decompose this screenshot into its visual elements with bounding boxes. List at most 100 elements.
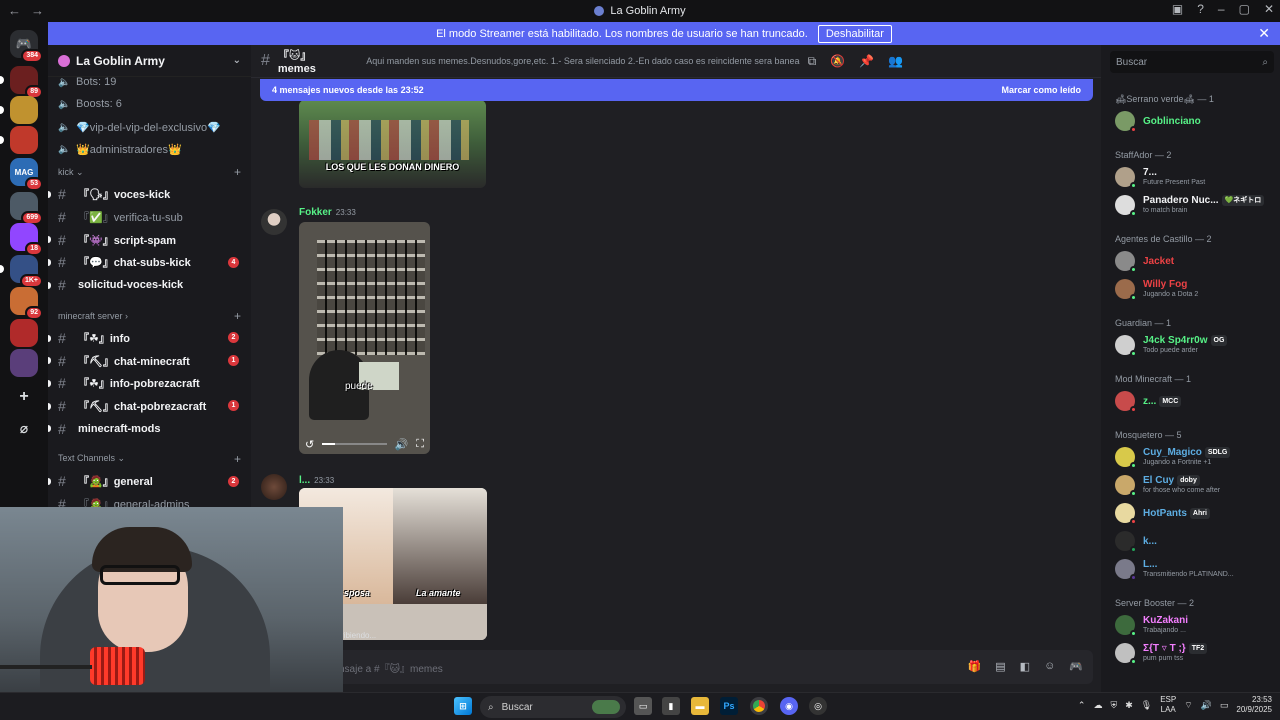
message-author[interactable]: l... 23:33: [299, 475, 334, 486]
app-icon[interactable]: ◎: [809, 697, 827, 715]
file-explorer-icon[interactable]: ▬: [691, 697, 709, 715]
member-list-icon[interactable]: 👥: [888, 54, 903, 69]
member-item[interactable]: El Cuy doby for those who come after: [1101, 471, 1280, 499]
fullscreen-icon[interactable]: ⛶: [416, 438, 424, 451]
pin-icon[interactable]: 📌: [859, 54, 874, 69]
gift-icon[interactable]: 🎁: [968, 660, 982, 673]
server-icon[interactable]: [0, 96, 38, 124]
new-messages-bar[interactable]: 4 mensajes nuevos desde las 23:52 Marcar…: [260, 79, 1093, 101]
taskbar-search[interactable]: ⌕ Buscar: [480, 696, 626, 718]
member-item[interactable]: Goblinciano: [1101, 107, 1280, 135]
category-minecraft[interactable]: minecraft server › +: [48, 305, 251, 327]
gif-icon[interactable]: ▤: [995, 660, 1005, 673]
channel-item[interactable]: # minecraft-mods: [48, 417, 251, 440]
activities-icon[interactable]: 🎮: [1069, 660, 1083, 673]
server-icon[interactable]: MAG 53: [10, 158, 43, 191]
emoji-icon[interactable]: ☺: [1044, 660, 1055, 673]
server-icon[interactable]: [10, 319, 38, 347]
member-item[interactable]: L... Transmitiendo PLATINAND...: [1101, 555, 1280, 583]
mark-read-button[interactable]: Marcar como leído: [1001, 85, 1081, 95]
chevron-down-icon[interactable]: ⌄: [233, 55, 241, 66]
server-icon[interactable]: 89: [0, 66, 43, 99]
member-item[interactable]: 7... Future Present Past: [1101, 163, 1280, 191]
photoshop-icon[interactable]: Ps: [720, 697, 738, 715]
member-item[interactable]: Panadero Nuc... 💚ネギトロ to match brain: [1101, 191, 1280, 219]
hash-icon: #: [58, 397, 66, 414]
member-item[interactable]: k...: [1101, 527, 1280, 555]
volume-icon[interactable]: 🔊: [1201, 700, 1212, 711]
channel-item[interactable]: # 『💬』chat-subs-kick 4: [48, 251, 251, 274]
tray-overflow-icon[interactable]: ⌃: [1078, 700, 1086, 711]
channel-item[interactable]: # 『☘』info 2: [48, 327, 251, 350]
task-view-icon[interactable]: ▭: [634, 697, 652, 715]
disable-streamer-button[interactable]: Deshabilitar: [817, 24, 892, 43]
windows-start-icon[interactable]: ⊞: [454, 697, 472, 715]
sticker-icon[interactable]: ◧: [1020, 660, 1030, 673]
channel-item[interactable]: # solicitud-voces-kick: [48, 274, 251, 297]
webcam-microphone: [0, 647, 150, 687]
member-item[interactable]: Willy Fog Jugando a Dota 2: [1101, 275, 1280, 303]
server-icon[interactable]: 92: [10, 287, 43, 320]
video-progress-bar[interactable]: [322, 443, 387, 445]
security-icon[interactable]: ⛨: [1110, 700, 1117, 711]
member-item[interactable]: KuZakani Trabajando ...: [1101, 611, 1280, 639]
channel-item[interactable]: # 『☘』info-pobrezacraft: [48, 372, 251, 395]
avatar[interactable]: [261, 474, 287, 500]
message-video[interactable]: puede ↺ 🔊 ⛶: [299, 222, 430, 454]
twitch-server-icon[interactable]: 18: [10, 223, 43, 256]
replay-icon[interactable]: ↺: [305, 438, 314, 451]
server-icon[interactable]: [10, 349, 38, 377]
notifications-muted-icon[interactable]: 🔕: [830, 54, 845, 69]
channel-item[interactable]: # 『🧟』general 2: [48, 470, 251, 493]
chrome-icon[interactable]: [750, 697, 768, 715]
message-composer[interactable]: nsaje a #『🐱』memes 🎁 ▤ ◧ ☺ 🎮: [259, 650, 1093, 684]
member-item[interactable]: J4ck Sp4rr0w OG Todo puede arder: [1101, 331, 1280, 359]
threads-icon[interactable]: ⧉: [808, 54, 817, 69]
clock[interactable]: 23:53 20/9/2025: [1236, 695, 1272, 715]
battery-icon[interactable]: ▭: [1220, 700, 1229, 711]
minimize-button[interactable]: –: [1218, 2, 1225, 16]
volume-icon[interactable]: 🔊: [395, 438, 409, 451]
add-server-button[interactable]: +: [10, 383, 38, 411]
member-item[interactable]: Σ{T ▿ T ;} TF2 pum pum tss: [1101, 639, 1280, 667]
close-banner-icon[interactable]: ✕: [1258, 25, 1270, 42]
mic-icon[interactable]: 🎙: [1141, 700, 1152, 711]
discord-icon[interactable]: ◉: [780, 697, 798, 715]
search-input[interactable]: Buscar ⌕: [1110, 51, 1274, 73]
close-window-button[interactable]: ✕: [1264, 2, 1274, 16]
member-item[interactable]: HotPants Ahri: [1101, 499, 1280, 527]
channel-item[interactable]: # 『⛏』chat-pobrezacraft 1: [48, 395, 251, 418]
voice-channel[interactable]: 🔈 👑administradores👑: [48, 138, 251, 161]
category-text-channels[interactable]: Text Channels ⌄ +: [48, 448, 251, 470]
member-item[interactable]: z... MCC: [1101, 387, 1280, 415]
help-icon[interactable]: ?: [1197, 2, 1204, 16]
channel-topic[interactable]: Aqui manden sus memes.Desnudos,gore,etc.…: [366, 56, 799, 66]
network-icon[interactable]: ⌔: [1184, 700, 1192, 711]
server-icon[interactable]: [0, 126, 38, 154]
server-icon[interactable]: 1K+: [0, 255, 43, 288]
member-item[interactable]: Jacket: [1101, 247, 1280, 275]
channel-item[interactable]: # 『🗣』voces-kick: [48, 183, 251, 206]
add-channel-icon[interactable]: +: [234, 165, 241, 179]
channel-item[interactable]: # 『✅』verifica-tu-sub: [48, 206, 251, 229]
message-author[interactable]: Fokker 23:33: [299, 207, 356, 218]
discover-button[interactable]: ⌀: [10, 414, 38, 442]
app-icon[interactable]: ▮: [662, 697, 680, 715]
bluetooth-icon[interactable]: ✱: [1125, 700, 1133, 711]
avatar[interactable]: [261, 209, 287, 235]
add-channel-icon[interactable]: +: [234, 452, 241, 466]
voice-channel[interactable]: 🔈 💎vip-del-vip-del-exclusivo💎: [48, 116, 251, 139]
add-channel-icon[interactable]: +: [234, 309, 241, 323]
category-kick[interactable]: kick ⌄ +: [48, 161, 251, 183]
language-indicator[interactable]: ESP LAA: [1160, 695, 1176, 715]
back-forward-icons[interactable]: ←→: [8, 3, 54, 18]
member-item[interactable]: Cuy_Magico SDLG Jugando a Fortnite +1: [1101, 443, 1280, 471]
server-icon[interactable]: 699: [10, 192, 43, 225]
maximize-button[interactable]: ▢: [1239, 2, 1250, 16]
channel-item[interactable]: # 『👾』script-spam: [48, 228, 251, 251]
onedrive-icon[interactable]: ☁: [1093, 700, 1102, 711]
message-image[interactable]: LOS QUE LES DONAN DINERO: [299, 100, 486, 188]
channel-item[interactable]: # 『⛏』chat-minecraft 1: [48, 349, 251, 372]
home-button[interactable]: 🎮 384: [10, 30, 43, 63]
inbox-icon[interactable]: ▣: [1172, 2, 1183, 16]
